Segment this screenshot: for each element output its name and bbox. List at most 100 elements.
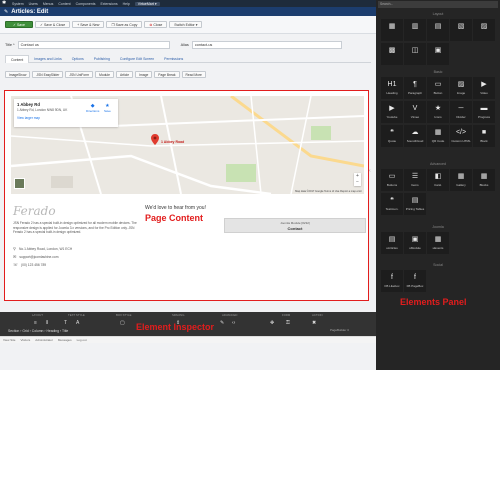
element-tile-vimeo[interactable]: V Vimeo [404,101,426,123]
menu-content[interactable]: Content [58,2,70,6]
map-pin-icon[interactable] [151,134,159,145]
status-visitors[interactable]: Visitors [20,338,30,342]
element-tile-blocks[interactable]: ▦ Blocks [473,169,495,191]
page-break-button[interactable]: Page Break [154,71,180,78]
larger-map-link[interactable]: View larger map [17,116,115,120]
element-tile-gallery[interactable]: ▦ Gallery [450,169,472,191]
tab-publishing[interactable]: Publishing [89,55,115,63]
status-logout[interactable]: Log out [77,338,87,342]
map-save-button[interactable]: ★ Save [104,103,111,113]
tab-configure-edit-screen[interactable]: Configure Edit Screen [115,55,159,63]
contact-module-placeholder[interactable]: Joomla Module [#232] Contact [224,218,366,233]
element-tile-layout-8[interactable]: ▣ [427,43,449,65]
module-button[interactable]: Module [95,71,114,78]
buttons-icon: ▭ [388,173,396,180]
menu-users[interactable]: Users [29,2,38,6]
image-button[interactable]: Image [135,71,153,78]
element-tile-custom-html[interactable]: </> Custom HTML [450,125,472,147]
status-view-site[interactable]: View Site [3,338,15,342]
element-tile-fb-likebox[interactable]: f FB Likebox [381,270,403,292]
element-breadcrumb[interactable]: Section › Grid › Column › Heading › Titl… [8,329,68,333]
joomla-logo-icon[interactable]: ✱ [2,1,7,6]
lock-icon[interactable]: ⚿ [286,320,290,326]
align-left-icon[interactable]: ≡ [34,320,37,326]
google-map[interactable]: 1 Abbey Rd 1 Abbey Rd, London NW8 9DN, U… [11,96,364,194]
text-color-icon[interactable]: T [64,320,67,326]
element-tile-button[interactable]: ▭ Button [427,77,449,99]
move-icon[interactable]: ✥ [270,320,274,326]
inspector-section-advanced: ADVANCED [222,313,238,317]
title-input[interactable]: Contact us [17,40,170,49]
switch-editor-button[interactable]: Switch Editor ▾ [169,21,203,28]
close-label: Close [153,22,163,27]
element-tile-carsl[interactable]: ◧ Carsl. [427,169,449,191]
element-tile-layout-7[interactable]: ◫ [404,43,426,65]
element-tile-layout-5[interactable]: ▨ [473,19,495,41]
element-tile-soundcloud[interactable]: ☁ SoundCloud [404,125,426,147]
map-zoom-control[interactable]: + − [354,173,361,186]
attach-icon[interactable]: ✎ [220,320,224,326]
element-tile-pricing-tables[interactable]: ▤ Pricing Tables [404,193,426,215]
status-messages[interactable]: Messages [58,338,72,342]
element-tile-layout-3[interactable]: ▤ [427,19,449,41]
element-tile-buttons[interactable]: ▭ Buttons [381,169,403,191]
read-more-button[interactable]: Read More [181,71,206,78]
element-tile-video[interactable]: ▶ Video [473,77,495,99]
imageshow-button[interactable]: ImageShow [5,71,31,78]
menu-menus[interactable]: Menus [43,2,54,6]
menu-system[interactable]: System [12,2,24,6]
font-size-icon[interactable]: A [76,320,79,326]
element-tile-testimon[interactable]: ❝ Testimon. [381,193,403,215]
element-tile-umodule[interactable]: ▣ uModule [404,232,426,254]
code-icon[interactable]: ‹› [232,320,235,326]
place-name: 1 Abbey Rd [17,102,40,107]
trash-icon[interactable]: ✖ [312,320,316,326]
save-close-button[interactable]: ✓ Save & Close [35,21,71,28]
box-icon[interactable]: ▢ [120,320,125,326]
tab-permissions[interactable]: Permissions [159,55,188,63]
element-tile-divider[interactable]: ─ Divider [450,101,472,123]
element-tile-quote[interactable]: ❝ Quote [381,125,403,147]
menu-extensions[interactable]: Extensions [100,2,117,6]
panel-collapse-handle[interactable]: ‹ [369,168,374,178]
element-inspector-annotation: Element Inspector [136,322,215,332]
element-tile-layout-2[interactable]: ▥ [404,19,426,41]
tab-options[interactable]: Options [67,55,89,63]
tab-content[interactable]: Content [5,55,30,63]
element-tile-block[interactable]: ■ Block [473,125,495,147]
save-button[interactable]: ✓ Save [5,21,33,28]
element-tile-progress[interactable]: ▬ Progress [473,101,495,123]
menu-components[interactable]: Components [76,2,96,6]
element-tile-layout-4[interactable]: ▧ [450,19,472,41]
save-copy-button[interactable]: ❐ Save as Copy [106,21,143,28]
alias-input[interactable]: contact-us [191,40,342,49]
element-search-input[interactable]: Search... [378,1,498,8]
element-tile-qr-code[interactable]: ▦ QR Code [427,125,449,147]
element-tile-layout-1[interactable]: ▦ [381,19,403,41]
element-tile-layout-6[interactable]: ▩ [381,43,403,65]
uniform-button[interactable]: JSN UniForm [65,71,94,78]
element-tile-items[interactable]: ☰ Items [404,169,426,191]
menu-help[interactable]: Help [123,2,130,6]
element-tile-heading[interactable]: H1 Heading [381,77,403,99]
columns-icon[interactable]: ⫴ [46,320,48,326]
easyslider-button[interactable]: JSN EasySlider [32,71,64,78]
page-content-area[interactable]: 1 Abbey Rd 1 Abbey Rd, London NW8 9DN, U… [4,90,369,301]
element-tile-paragraph[interactable]: ¶ Paragraph [404,77,426,99]
menu-virtuemart[interactable]: VirtueMart ▾ [134,1,160,6]
tab-images-links[interactable]: Images and Links [29,55,66,63]
element-tile-fb-pagebox[interactable]: f FB PageBox [404,270,426,292]
map-satellite-toggle[interactable] [14,178,25,189]
element-tile-uarticles[interactable]: ▤ uArticles [381,232,403,254]
element-tile-image[interactable]: ▨ Image [450,77,472,99]
article-button[interactable]: Article [115,71,134,78]
directions-button[interactable]: ◆ Directions [86,103,99,113]
element-tile-youtube[interactable]: ▶ Youtube [381,101,403,123]
save-new-button[interactable]: + Save & New [72,21,105,28]
close-button[interactable]: ⊗ Close [144,21,168,28]
element-tile-icons[interactable]: ★ Icons [427,101,449,123]
element-tile-uevents[interactable]: ▦ uEvents [427,232,449,254]
status-administrator[interactable]: Administrator [35,338,53,342]
zoom-out-button[interactable]: − [354,179,361,185]
video-icon: ▶ [481,81,487,88]
